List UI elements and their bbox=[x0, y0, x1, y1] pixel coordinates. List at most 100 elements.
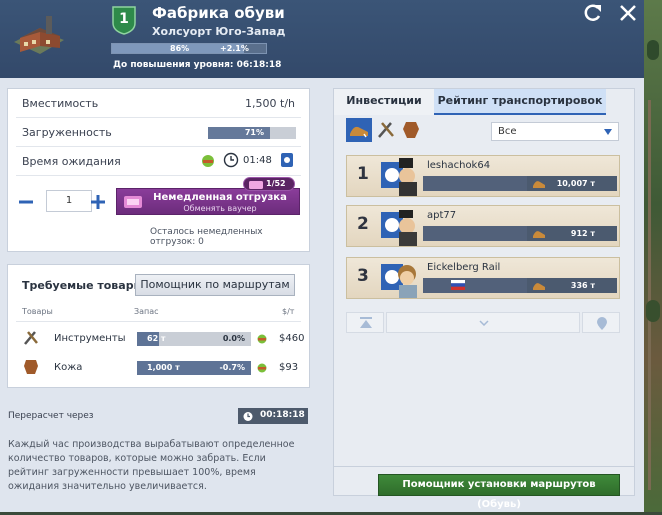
goods-row-leather[interactable]: Кожа 1,000 т -0.7% $93 bbox=[16, 354, 311, 382]
player-strip bbox=[423, 278, 527, 293]
window-header: 1 Фабрика обуви Холсуорт Юго-Запад 86% +… bbox=[0, 0, 644, 78]
player-avatar bbox=[381, 210, 417, 246]
scroll-top-button[interactable] bbox=[346, 312, 384, 333]
stock-bar: 62 т 0.0% bbox=[137, 332, 251, 346]
ranking-row[interactable]: 3 Eickelberg Rail 336 т bbox=[346, 257, 620, 299]
goods-title: Требуемые товары bbox=[22, 279, 144, 292]
filter-leather-icon[interactable] bbox=[401, 120, 421, 140]
level-badge: 1 bbox=[111, 5, 137, 35]
goods-price: $93 bbox=[279, 362, 299, 373]
level-number: 1 bbox=[119, 11, 129, 27]
player-strip bbox=[423, 226, 527, 241]
player-name: apt77 bbox=[427, 210, 457, 221]
load-value: 71% bbox=[244, 128, 264, 137]
goods-mix-icon bbox=[257, 334, 267, 344]
levelup-label: До повышения уровня: bbox=[113, 60, 234, 70]
clock-icon bbox=[223, 152, 239, 168]
player-avatar bbox=[381, 264, 417, 298]
shipped-amount: 10,007 т bbox=[556, 179, 595, 188]
shipped-amount-bar: 912 т bbox=[527, 226, 617, 241]
refresh-icon bbox=[584, 4, 601, 21]
filter-tools-icon[interactable] bbox=[375, 120, 397, 140]
plus-icon bbox=[91, 195, 105, 209]
shipped-amount-bar: 336 т bbox=[527, 278, 617, 293]
voucher-count-badge: 1/52 bbox=[243, 177, 295, 191]
minus-icon bbox=[19, 200, 33, 204]
location-pin-icon bbox=[597, 317, 607, 330]
flag-icon bbox=[451, 280, 465, 290]
stock-bar: 1,000 т -0.7% bbox=[137, 361, 251, 375]
stock-percent: 0.0% bbox=[222, 334, 245, 343]
stopwatch-icon bbox=[243, 412, 253, 421]
shoe-icon bbox=[533, 231, 545, 238]
scroll-down-button[interactable] bbox=[386, 312, 580, 333]
route-helper-button[interactable]: Помощник по маршрутам bbox=[135, 274, 295, 296]
goods-name: Кожа bbox=[54, 362, 83, 373]
route-setup-helper-button[interactable]: Помощник установки маршрутов (Обувь) bbox=[378, 474, 620, 510]
voucher-count: 1/52 bbox=[266, 179, 286, 188]
goods-price: $460 bbox=[279, 333, 305, 344]
arrow-top-icon bbox=[360, 317, 372, 328]
shoe-icon bbox=[350, 126, 368, 138]
wait-time: 01:48 bbox=[243, 155, 272, 166]
ranking-position: 2 bbox=[357, 214, 369, 234]
recalc-time: 00:18:18 bbox=[260, 410, 305, 420]
recalc-label: Перерасчет через bbox=[8, 411, 94, 421]
levelup-timer: До повышения уровня: 06:18:18 bbox=[113, 60, 281, 70]
player-name: Eickelberg Rail bbox=[427, 262, 501, 273]
voucher-small-icon bbox=[249, 181, 263, 189]
quantity-decrease-button[interactable] bbox=[16, 192, 36, 212]
factory-window: 1 Фабрика обуви Холсуорт Юго-Запад 86% +… bbox=[0, 0, 644, 512]
tab-transport-rating[interactable]: Рейтинг транспортировок bbox=[434, 89, 606, 115]
ranking-position: 3 bbox=[357, 266, 369, 286]
xp-progress-bar: 86% +2.1% bbox=[111, 43, 267, 54]
capacity-value: 1,500 t/h bbox=[245, 97, 295, 110]
ranking-position: 1 bbox=[357, 164, 369, 184]
voucher-icon bbox=[124, 196, 142, 208]
tools-icon bbox=[24, 331, 38, 345]
goods-mix-icon bbox=[202, 155, 214, 167]
close-button[interactable] bbox=[616, 2, 640, 24]
chevron-down-icon bbox=[604, 129, 612, 135]
price-col-header: $/т bbox=[282, 307, 295, 316]
instant-shipment-subtitle: Обменять ваучер bbox=[183, 204, 257, 213]
shoe-icon bbox=[533, 283, 545, 290]
levelup-time: 06:18:18 bbox=[236, 60, 282, 70]
goods-mix-icon bbox=[257, 363, 267, 373]
xp-percent: 86% bbox=[170, 44, 190, 53]
tab-investments[interactable]: Инвестиции bbox=[334, 89, 434, 115]
goods-name: Инструменты bbox=[54, 333, 126, 344]
load-label: Загруженность bbox=[22, 126, 112, 139]
instant-shipment-button[interactable]: Немедленная отгрузка Обменять ваучер bbox=[116, 188, 300, 215]
load-row: Загруженность 71% bbox=[8, 118, 309, 146]
filter-shoes-button[interactable] bbox=[346, 118, 372, 142]
rating-filter-select[interactable]: Все bbox=[491, 122, 619, 141]
goods-row-tools[interactable]: Инструменты 62 т 0.0% $460 bbox=[16, 325, 311, 353]
page-title: Фабрика обуви bbox=[152, 4, 285, 22]
refresh-button[interactable] bbox=[581, 2, 605, 24]
goods-col-header: Товары bbox=[22, 307, 53, 316]
xp-bonus: +2.1% bbox=[220, 44, 249, 53]
capacity-row: Вместимость 1,500 t/h bbox=[8, 89, 309, 117]
wait-row: Время ожидания 01:48 bbox=[8, 147, 309, 175]
factory-building-icon bbox=[14, 16, 64, 54]
stock-col-header: Запас bbox=[134, 307, 159, 316]
player-strip bbox=[423, 176, 527, 191]
locate-me-button[interactable] bbox=[582, 312, 620, 333]
load-progress-bar: 71% bbox=[208, 127, 296, 139]
info-text: Каждый час производства вырабатывают опр… bbox=[8, 439, 295, 492]
shoe-icon bbox=[533, 181, 545, 188]
ranking-row[interactable]: 2 apt77 912 т bbox=[346, 205, 620, 247]
remaining-shipments: Осталось немедленных отгрузок: 0 bbox=[150, 227, 263, 247]
goods-panel: Требуемые товары Помощник по маршрутам Т… bbox=[7, 264, 310, 388]
quantity-input[interactable]: 1 bbox=[46, 190, 92, 212]
quantity-increase-button[interactable] bbox=[88, 192, 108, 212]
capacity-label: Вместимость bbox=[22, 97, 99, 110]
leather-icon bbox=[24, 360, 38, 374]
train-info-icon[interactable] bbox=[280, 152, 294, 168]
ranking-row[interactable]: 1 leshachok64 10,007 т bbox=[346, 155, 620, 197]
player-avatar bbox=[381, 158, 417, 196]
recalc-timer: 00:18:18 bbox=[238, 408, 308, 424]
shipped-amount-bar: 10,007 т bbox=[527, 176, 617, 191]
stock-percent: -0.7% bbox=[219, 363, 245, 372]
